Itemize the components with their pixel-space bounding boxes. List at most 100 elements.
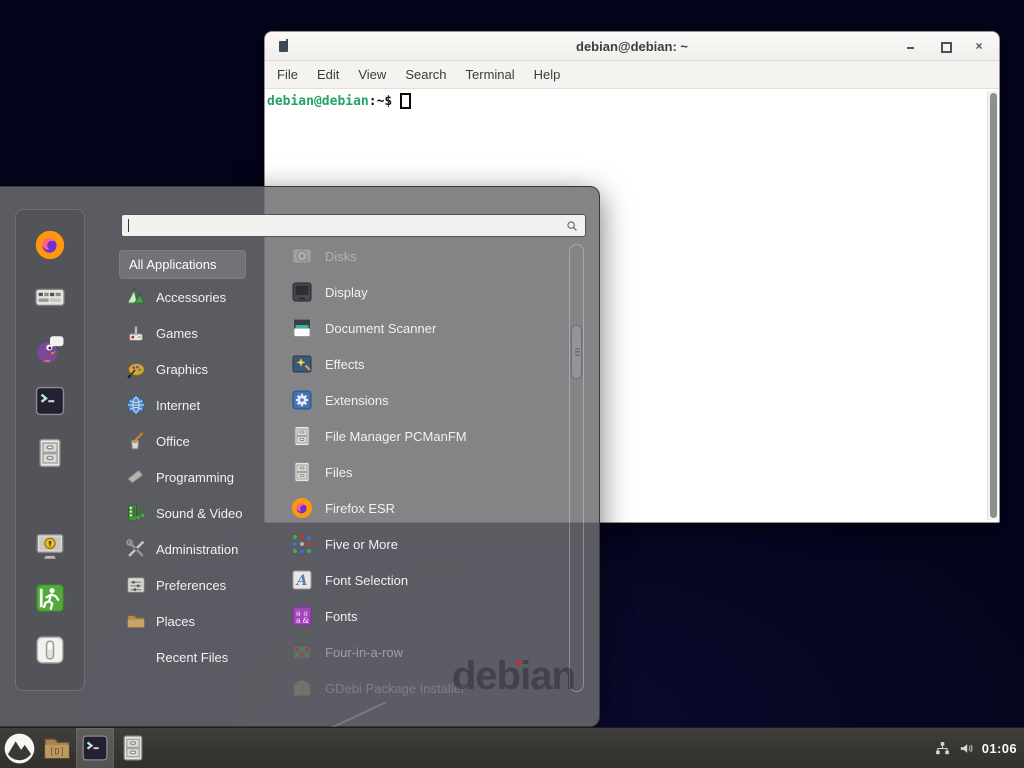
favorite-terminal[interactable]	[33, 384, 67, 418]
folderd-icon: [D]	[42, 733, 72, 763]
app-extensions[interactable]: Extensions	[282, 382, 566, 418]
terminal-scrollbar[interactable]	[987, 91, 998, 520]
terminal-menu-item[interactable]: Edit	[317, 67, 339, 82]
svg-text:a: a	[296, 616, 301, 625]
category-internet[interactable]: Internet	[119, 387, 271, 423]
taskbar-files[interactable]	[114, 728, 152, 768]
lock-screen-button[interactable]	[33, 529, 67, 563]
app-font-selection[interactable]: AFont Selection	[282, 562, 566, 598]
terminal-menubar: File Edit View Search Terminal Help	[265, 61, 999, 89]
terminal-titlebar[interactable]: debian@debian: ~ ×	[265, 32, 999, 61]
taskbar: [D] 01:06	[0, 727, 1024, 768]
taskbar-file-manager[interactable]: [D]	[38, 728, 76, 768]
app-firefox-esr[interactable]: Firefox ESR	[282, 490, 566, 526]
app-menu: All Applications Accessories Games Graph…	[0, 186, 600, 727]
terminal-menu-item[interactable]: File	[277, 67, 298, 82]
firefox-icon	[290, 496, 314, 520]
minimize-button[interactable]	[905, 40, 917, 52]
places-icon	[125, 610, 147, 632]
terminal-menu-item[interactable]: Terminal	[466, 67, 515, 82]
taskbar-terminal[interactable]	[76, 728, 114, 768]
category-administration[interactable]: Administration	[119, 531, 271, 567]
category-games[interactable]: Games	[119, 315, 271, 351]
office-icon	[125, 430, 147, 452]
fontselection-icon: A	[290, 568, 314, 592]
terminal-menu-item[interactable]: Help	[534, 67, 561, 82]
category-recent-files[interactable]: Recent Files	[119, 639, 271, 675]
terminal-scrollbar-thumb[interactable]	[990, 93, 997, 518]
app-display[interactable]: Display	[282, 274, 566, 310]
svg-text:&: &	[302, 616, 309, 625]
categories-list: Accessories Games Graphics Internet Offi…	[119, 279, 271, 675]
terminal-icon	[33, 384, 67, 418]
category-label: Administration	[156, 542, 238, 557]
keyboard-icon	[33, 280, 67, 314]
volume-icon[interactable]	[958, 740, 975, 757]
taskbar-menu-button[interactable]	[0, 728, 38, 768]
terminal-menu-item[interactable]: View	[358, 67, 386, 82]
terminal-menu-item[interactable]: Search	[405, 67, 446, 82]
category-places[interactable]: Places	[119, 603, 271, 639]
search-text-cursor	[128, 219, 129, 232]
app-label: Effects	[325, 357, 365, 372]
category-sound-video[interactable]: Sound & Video	[119, 495, 271, 531]
category-preferences[interactable]: Preferences	[119, 567, 271, 603]
app-document-scanner[interactable]: Document Scanner	[282, 310, 566, 346]
favorite-keyboard-app[interactable]	[33, 280, 67, 314]
terminal-window-icon	[279, 41, 288, 52]
menubutton-icon	[3, 732, 36, 765]
logout-button[interactable]	[33, 581, 67, 615]
svg-text:[D]: [D]	[49, 748, 65, 758]
category-label: Recent Files	[156, 650, 228, 665]
desktop: debian@debian: ~ × File Edit View Search Ter…	[0, 0, 1024, 768]
app-fonts[interactable]: aaa&Fonts	[282, 598, 566, 634]
taskbar-clock[interactable]: 01:06	[982, 741, 1017, 756]
gdebi-icon	[290, 676, 314, 700]
app-label: Fonts	[325, 609, 358, 624]
session-group	[16, 529, 84, 667]
favorite-file-manager[interactable]	[33, 436, 67, 470]
shutdown-button[interactable]	[33, 633, 67, 667]
shutdown-icon	[33, 633, 67, 667]
category-label: Internet	[156, 398, 200, 413]
app-five-or-more[interactable]: Five or More	[282, 526, 566, 562]
disks-icon	[290, 244, 314, 268]
app-label: Four-in-a-row	[325, 645, 403, 660]
close-button[interactable]: ×	[973, 40, 985, 52]
wallpaper-watermark: debian	[452, 656, 575, 696]
app-label: Firefox ESR	[325, 501, 395, 516]
logout-icon	[33, 581, 67, 615]
app-label: Display	[325, 285, 368, 300]
apps-scrollbar[interactable]	[569, 244, 584, 692]
favorite-firefox[interactable]	[33, 228, 67, 262]
all-applications-button[interactable]: All Applications	[119, 250, 246, 279]
category-label: Graphics	[156, 362, 208, 377]
prompt-user: debian@debian	[267, 94, 369, 109]
network-icon[interactable]	[934, 740, 951, 757]
apps-scrollbar-thumb[interactable]	[571, 325, 582, 379]
wallpaper-watermark-text: debian	[452, 654, 575, 698]
games-icon	[125, 322, 147, 344]
app-label: Files	[325, 465, 352, 480]
category-label: Sound & Video	[156, 506, 243, 521]
terminal-title: debian@debian: ~	[576, 39, 688, 54]
category-office[interactable]: Office	[119, 423, 271, 459]
favorites-panel	[15, 209, 85, 691]
maximize-button[interactable]	[939, 40, 951, 52]
soundvideo-icon	[125, 502, 147, 524]
terminal-prompt: debian@debian:~$	[265, 89, 999, 114]
apps-list: Disks Display Document Scanner Effects E…	[282, 238, 566, 706]
taskbar-tray: 01:06	[934, 728, 1017, 768]
search-input[interactable]	[121, 214, 586, 237]
administration-icon	[125, 538, 147, 560]
filecabinet-icon	[118, 733, 148, 763]
app-effects[interactable]: Effects	[282, 346, 566, 382]
app-disks[interactable]: Disks	[282, 238, 566, 274]
favorite-pidgin[interactable]	[33, 332, 67, 366]
app-files[interactable]: Files	[282, 454, 566, 490]
app-file-manager-pcmanfm[interactable]: File Manager PCManFM	[282, 418, 566, 454]
display-icon	[290, 280, 314, 304]
category-graphics[interactable]: Graphics	[119, 351, 271, 387]
category-programming[interactable]: Programming	[119, 459, 271, 495]
category-accessories[interactable]: Accessories	[119, 279, 271, 315]
